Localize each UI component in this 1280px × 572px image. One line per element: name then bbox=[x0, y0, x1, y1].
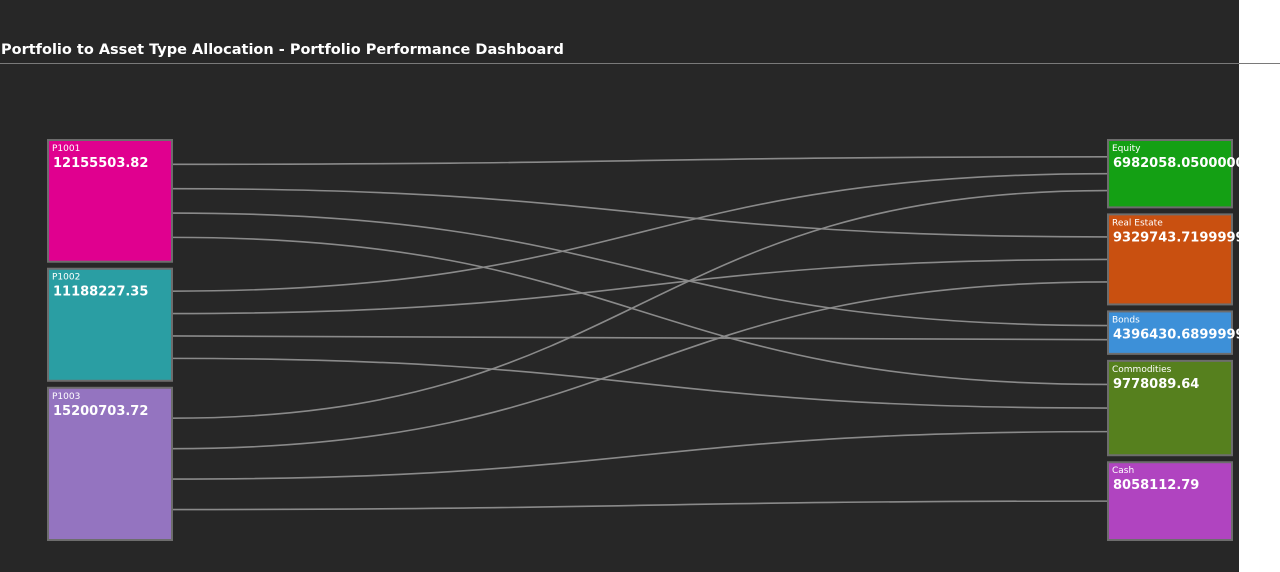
chart-panel: Portfolio to Asset Type Allocation - Por… bbox=[0, 0, 1239, 572]
node-name-p1003: P1003 bbox=[52, 392, 80, 402]
node-name-equity: Equity bbox=[1112, 144, 1141, 154]
sankey-link-p1003-to-equity[interactable] bbox=[171, 189, 1109, 420]
node-value-p1002: 11188227.35 bbox=[53, 285, 148, 300]
sankey-node-p1002[interactable]: P1002 11188227.35 bbox=[47, 267, 173, 382]
node-name-bonds: Bonds bbox=[1112, 315, 1140, 325]
sankey-node-p1003[interactable]: P1003 15200703.72 bbox=[47, 386, 173, 541]
sankey-link-p1003-to-commodities[interactable] bbox=[171, 430, 1109, 480]
node-value-real-estate: 9329743.71999999 bbox=[1113, 230, 1239, 245]
sankey-node-p1001[interactable]: P1001 12155503.82 bbox=[47, 139, 173, 263]
node-name-commodities: Commodities bbox=[1112, 365, 1172, 375]
node-value-commodities: 9778089.64 bbox=[1113, 377, 1199, 392]
sankey-link-p1002-to-equity[interactable] bbox=[171, 172, 1109, 292]
node-name-real-estate: Real Estate bbox=[1112, 218, 1163, 228]
node-name-p1001: P1001 bbox=[52, 144, 80, 154]
title-divider bbox=[0, 63, 1280, 64]
sankey-node-commodities[interactable]: Commodities 9778089.64 bbox=[1107, 359, 1233, 457]
node-value-p1001: 12155503.82 bbox=[53, 156, 148, 171]
node-value-p1003: 15200703.72 bbox=[53, 404, 148, 419]
sankey-link-p1003-to-cash[interactable] bbox=[171, 500, 1109, 511]
sankey-link-p1001-to-equity[interactable] bbox=[171, 156, 1109, 166]
node-value-equity: 6982058.05000000 bbox=[1113, 156, 1239, 171]
node-value-bonds: 4396430.68999999 bbox=[1113, 327, 1239, 342]
sankey-chart: P1001 12155503.82 P1002 11188227.35 P1003 152… bbox=[47, 139, 1239, 541]
sankey-link-p1002-to-bonds[interactable] bbox=[171, 335, 1109, 341]
sankey-links bbox=[171, 156, 1109, 511]
node-value-cash: 8058112.79 bbox=[1113, 478, 1199, 493]
node-bar-commodities[interactable] bbox=[1107, 359, 1233, 457]
sankey-link-p1001-to-real-estate[interactable] bbox=[171, 187, 1109, 238]
sankey-node-real-estate[interactable]: Real Estate 9329743.71999999 bbox=[1107, 213, 1239, 306]
sankey-node-bonds[interactable]: Bonds 4396430.68999999 bbox=[1107, 310, 1239, 355]
sankey-node-cash[interactable]: Cash 8058112.79 bbox=[1107, 461, 1233, 541]
sankey-link-p1001-to-bonds[interactable] bbox=[171, 212, 1109, 327]
node-name-p1002: P1002 bbox=[52, 273, 80, 283]
sankey-node-equity[interactable]: Equity 6982058.05000000 bbox=[1107, 139, 1239, 209]
sankey-link-p1003-to-real-estate[interactable] bbox=[171, 281, 1109, 450]
node-name-cash: Cash bbox=[1112, 466, 1134, 476]
